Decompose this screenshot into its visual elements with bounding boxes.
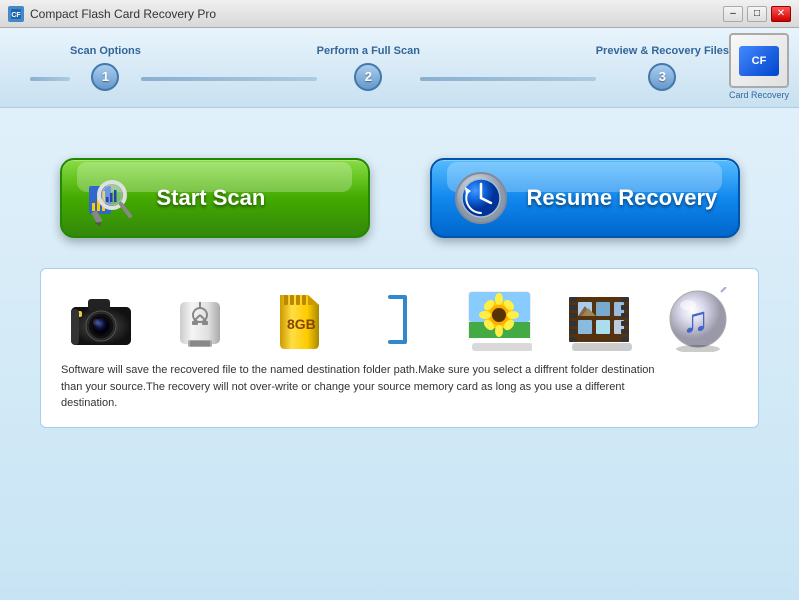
step-3: Preview & Recovery Files 3 — [596, 45, 729, 91]
bracket-icon-item — [360, 284, 440, 354]
logo-subtitle: Card Recovery — [729, 90, 789, 101]
desc-line2: than your source.The recovery will not o… — [61, 381, 625, 393]
film-reel-icon-item — [559, 284, 639, 354]
step-2: Perform a Full Scan 2 — [317, 45, 420, 91]
resume-icon — [454, 171, 509, 226]
svg-text:8GB: 8GB — [287, 316, 316, 332]
usb-drive-icon — [170, 287, 230, 352]
scan-icon — [84, 171, 139, 226]
action-buttons: Start Scan — [40, 158, 759, 238]
resume-recovery-button[interactable]: Resume Recovery — [430, 158, 740, 238]
app-logo: CF Card Recovery — [729, 33, 789, 101]
start-scan-button[interactable]: Start Scan — [60, 158, 370, 238]
resume-icon-area — [452, 168, 512, 228]
resume-recovery-label: Resume Recovery — [527, 185, 718, 211]
sd-card-icon-item: 8GB — [260, 284, 340, 354]
bracket-icon — [385, 287, 415, 352]
music-note-icon-item: ♫ — [658, 284, 738, 354]
track-left — [30, 77, 70, 81]
minimize-button[interactable]: – — [723, 6, 743, 22]
music-note-icon: ♫ — [666, 287, 731, 352]
app-icon: CF — [8, 6, 24, 22]
icons-row: 8GB — [61, 284, 738, 354]
steps-bar: Scan Options 1 Perform a Full Scan 2 Pre… — [0, 28, 799, 108]
device-icons-panel: 8GB — [40, 268, 759, 428]
description-text: Software will save the recovered file to… — [61, 362, 738, 412]
sd-card-icon: 8GB — [272, 287, 327, 352]
desc-line3: destination. — [61, 397, 117, 409]
window-controls: – □ ✕ — [723, 6, 791, 22]
step-2-circle: 2 — [354, 63, 382, 91]
photo-icon-item — [459, 284, 539, 354]
svg-text:CF: CF — [11, 12, 21, 19]
camera-icon-item — [61, 284, 141, 354]
photo-icon — [467, 287, 532, 352]
step-1-label: Scan Options — [70, 45, 141, 57]
step-2-label: Perform a Full Scan — [317, 45, 420, 57]
camera-icon — [66, 287, 136, 352]
track-mid1 — [141, 77, 317, 81]
usb-drive-icon-item — [161, 284, 241, 354]
app-title: Compact Flash Card Recovery Pro — [30, 7, 216, 21]
step-3-label: Preview & Recovery Files — [596, 45, 729, 57]
step-3-circle: 3 — [648, 63, 676, 91]
step-1-circle: 1 — [91, 63, 119, 91]
desc-line1: Software will save the recovered file to… — [61, 364, 655, 376]
scan-icon-area — [82, 168, 142, 228]
close-button[interactable]: ✕ — [771, 6, 791, 22]
track-mid2 — [420, 77, 596, 81]
logo-cf-text: CF — [752, 55, 767, 67]
start-scan-label: Start Scan — [157, 185, 266, 211]
restore-button[interactable]: □ — [747, 6, 767, 22]
step-1: Scan Options 1 — [70, 45, 141, 91]
film-reel-icon — [564, 287, 634, 352]
main-content: Start Scan — [0, 108, 799, 600]
title-bar: CF Compact Flash Card Recovery Pro – □ ✕ — [0, 0, 799, 28]
